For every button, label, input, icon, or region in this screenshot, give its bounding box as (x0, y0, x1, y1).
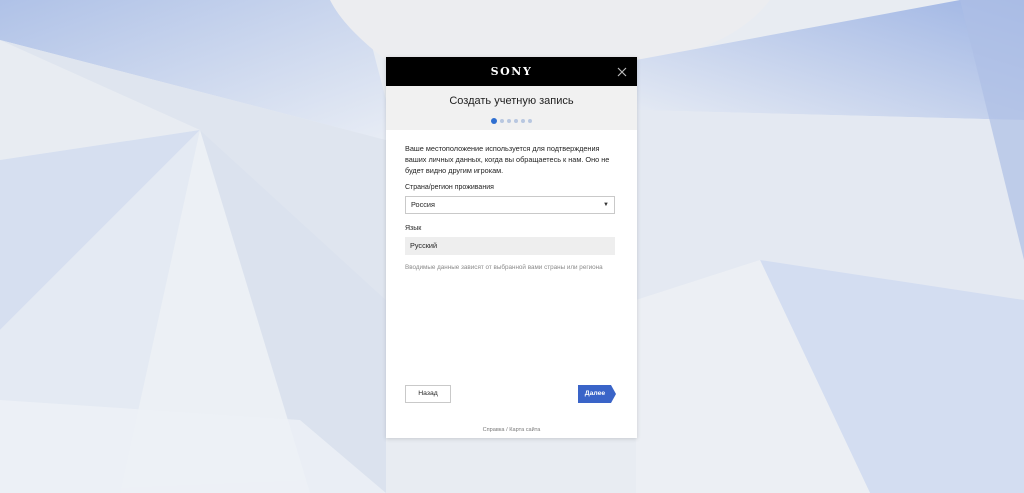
country-label: Страна/регион проживания (405, 184, 494, 191)
language-field: Русский (405, 237, 615, 255)
signup-dialog: SONY Создать учетную запись Ваше местопо… (386, 57, 637, 438)
dialog-title: Создать учетную запись (449, 95, 574, 107)
step-dot (528, 119, 532, 123)
country-select[interactable]: Россия ▼ (405, 196, 615, 214)
country-value: Россия (411, 200, 435, 209)
brand-header: SONY (386, 57, 637, 86)
footer-separator: / (506, 427, 508, 433)
input-hint: Вводимые данные зависят от выбранной вам… (405, 264, 603, 271)
next-button-label: Далее (584, 390, 606, 397)
sony-logo: SONY (490, 65, 533, 78)
help-link[interactable]: Справка (483, 427, 505, 433)
step-dot (514, 119, 518, 123)
footer-links: Справка / Карта сайта (386, 427, 637, 433)
step-dot (521, 119, 525, 123)
next-button[interactable]: Далее (578, 385, 616, 403)
close-icon (617, 67, 627, 77)
close-button[interactable] (616, 65, 628, 77)
step-dot (507, 119, 511, 123)
location-description: Ваше местоположение используется для под… (405, 144, 610, 175)
step-dot-current (491, 118, 497, 124)
chevron-down-icon: ▼ (603, 202, 609, 208)
back-button[interactable]: Назад (405, 385, 451, 403)
step-indicator (386, 118, 637, 124)
language-label: Язык (405, 225, 422, 232)
step-dot (500, 119, 504, 123)
dialog-heading-area: Создать учетную запись (386, 86, 637, 130)
sitemap-link[interactable]: Карта сайта (509, 427, 540, 433)
